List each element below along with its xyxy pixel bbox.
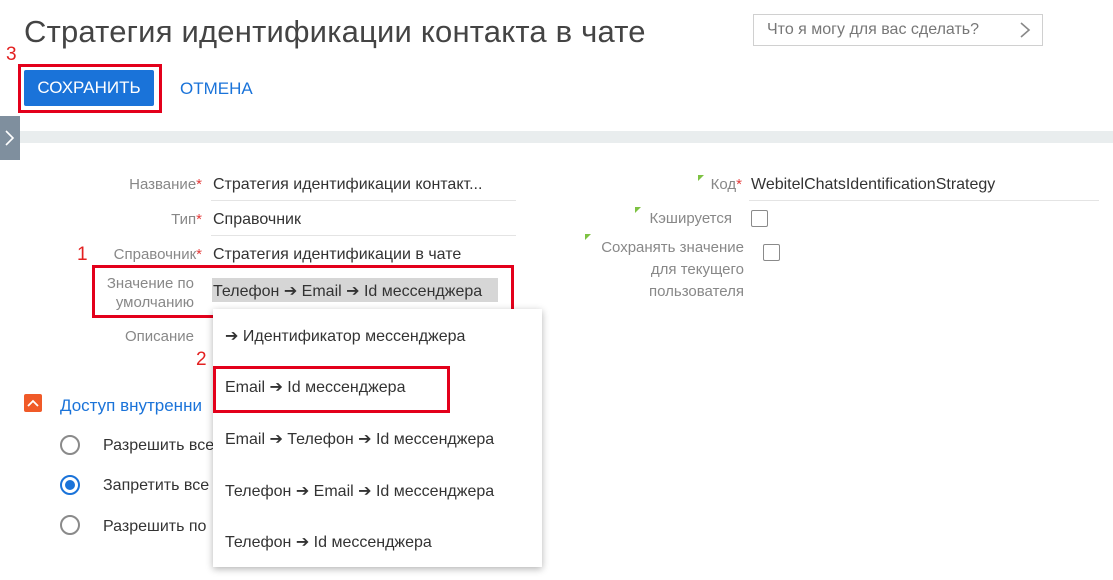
save-user-value-label: Сохранять значение для текущего пользова… [601,239,744,300]
localizable-flag-icon [635,207,641,213]
code-field[interactable]: WebitelChatsIdentificationStrategy [751,176,995,194]
save-user-value-checkbox[interactable] [763,244,780,261]
collapse-section-button[interactable] [24,394,42,412]
annotation-number-3: 3 [6,44,17,65]
chevron-up-icon [27,399,39,407]
chevron-right-icon [5,130,15,146]
radio-deny-all[interactable] [60,475,80,495]
assistant-search-placeholder: Что я могу для вас сделать? [767,21,980,38]
type-underline [211,235,516,236]
annotation-number-2: 2 [196,349,207,370]
type-label: Тип* [171,211,202,228]
chevron-right-icon [1020,22,1031,38]
page-title: Стратегия идентификации контакта в чате [24,14,646,49]
name-field[interactable]: Стратегия идентификации контакт... [213,176,482,194]
dropdown-option[interactable]: ➔ Идентификатор мессенджера [225,326,465,346]
dropdown-option[interactable]: Телефон ➔ Email ➔ Id мессенджера [225,481,494,501]
dropdown-option[interactable]: Телефон ➔ Id мессенджера [225,532,432,552]
localizable-flag-icon [698,175,704,181]
cancel-button[interactable]: ОТМЕНА [180,79,253,99]
assistant-search-box[interactable]: Что я могу для вас сделать? [753,14,1043,46]
annotation-number-1: 1 [77,244,88,265]
code-label: Код* [710,176,742,193]
type-field[interactable]: Справочник [213,211,301,229]
lookup-field[interactable]: Стратегия идентификации в чате [213,246,461,264]
access-section-title[interactable]: Доступ внутренни [60,396,202,416]
localizable-flag-icon [585,234,591,240]
cached-label: Кэшируется [649,210,732,227]
radio-allow-by[interactable] [60,515,80,535]
default-value-field[interactable]: Телефон ➔ Email ➔ Id мессенджера [213,281,482,301]
name-label: Название* [129,176,202,193]
lookup-label: Справочник* [113,246,202,263]
name-underline [211,200,516,201]
code-underline [749,200,1099,201]
radio-allow-all[interactable] [60,435,80,455]
radio-deny-all-label: Запретить все [103,477,210,494]
default-value-dropdown: ➔ Идентификатор мессенджера Email ➔ Id м… [213,309,542,567]
radio-allow-by-label: Разрешить по [103,518,207,535]
description-label: Описание [124,328,194,345]
dropdown-option[interactable]: Email ➔ Телефон ➔ Id мессенджера [225,429,494,449]
radio-allow-all-label: Разрешить все [103,437,215,454]
cached-checkbox[interactable] [751,210,768,227]
default-value-label: Значение по умолчанию [106,275,194,311]
section-divider [20,131,1113,143]
dropdown-option[interactable]: Email ➔ Id мессенджера [225,377,405,397]
save-button[interactable]: СОХРАНИТЬ [24,70,154,106]
side-panel-toggle[interactable] [0,116,20,160]
